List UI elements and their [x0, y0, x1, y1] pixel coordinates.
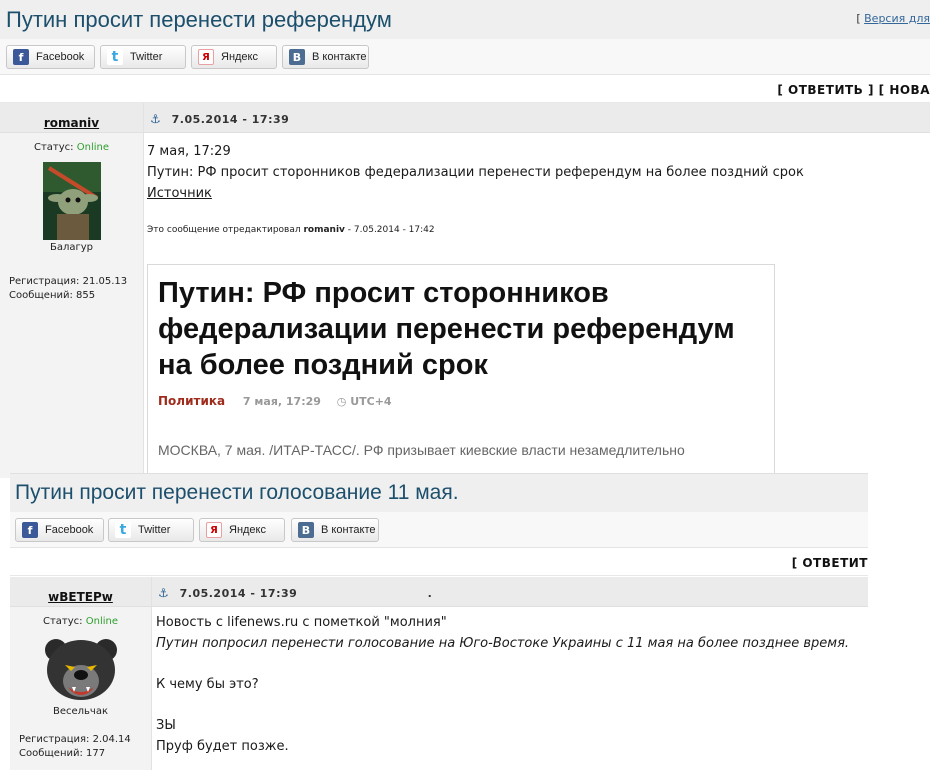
share-vkontakte-label: В контакте — [321, 524, 376, 536]
user-header: romaniv — [0, 103, 143, 133]
embed-timezone-label: UTC+4 — [350, 395, 392, 408]
share-twitter-button[interactable]: t Twitter — [108, 518, 194, 542]
print-version-label[interactable]: Версия для — [864, 12, 930, 25]
post-body: 7 мая, 17:29 Путин: РФ просит стороннико… — [144, 133, 930, 235]
facebook-icon: f — [13, 49, 29, 65]
edited-date: - 7.05.2014 - 17:42 — [347, 225, 435, 235]
avatar-image — [42, 162, 101, 240]
reply-button[interactable]: [ ОТВЕТИТ — [792, 556, 868, 570]
status-online: Online — [76, 142, 109, 153]
forum-post-2: Путин просит перенести голосование 11 ма… — [10, 473, 868, 770]
post-row: romaniv Статус: Online Балагур Регистрац… — [0, 103, 930, 478]
avatar-image — [44, 639, 117, 700]
share-twitter-button[interactable]: t Twitter — [100, 45, 186, 69]
news-embed[interactable]: Путин: РФ просит сторонников федерализац… — [147, 264, 775, 478]
avatar[interactable] — [42, 162, 101, 240]
topic-title: Путин просит перенести голосование 11 ма… — [15, 481, 459, 504]
author-name[interactable]: romaniv — [44, 116, 99, 130]
embed-time: 7 мая, 17:29 — [242, 395, 321, 408]
user-registration: Регистрация: 21.05.13 — [9, 276, 128, 287]
vkontakte-icon: В — [289, 49, 305, 65]
reply-bar: [ ОТВЕТИТЬ ] [ НОВА — [0, 75, 930, 103]
facebook-icon: f — [22, 522, 38, 538]
post-date: 7.05.2014 - 17:39 — [171, 113, 290, 126]
edited-note: Это сообщение отредактировал romaniv - 7… — [147, 225, 930, 235]
topic-header: Путин просит перенести голосование 11 ма… — [10, 474, 868, 512]
source-link[interactable]: Источник — [147, 186, 212, 201]
share-twitter-label: Twitter — [138, 524, 171, 536]
post-text-line: К чему бы это? — [156, 677, 259, 692]
twitter-icon: t — [115, 522, 131, 538]
edited-user: romaniv — [303, 225, 345, 235]
embed-title: Путин: РФ просит сторонников федерализац… — [158, 277, 735, 381]
share-yandex-label: Яндекс — [221, 51, 258, 63]
anchor-icon[interactable]: ⚓ — [150, 112, 161, 126]
share-yandex-button[interactable]: Я Яндекс — [191, 45, 277, 69]
user-status: Статус: Online — [10, 616, 151, 627]
user-rank: Весельчак — [52, 706, 109, 717]
anchor-icon[interactable]: ⚓ — [158, 586, 169, 600]
vkontakte-icon: В — [298, 522, 314, 538]
user-messages: Сообщений: 177 — [19, 748, 106, 759]
topic-header: Путин просит перенести референдум [ Верс… — [0, 0, 930, 39]
user-column: wВЕТЕРw Статус: Online Весельчак Регистр… — [10, 577, 152, 770]
clock-icon: ◷ — [336, 395, 347, 408]
share-bar: f Facebook t Twitter Я Яндекс В В контак… — [0, 39, 930, 75]
post-date: 7.05.2014 - 17:39 — [179, 587, 298, 600]
status-online: Online — [85, 616, 118, 627]
author-name[interactable]: wВЕТЕРw — [48, 590, 113, 604]
post-date-trailing: . — [427, 587, 433, 600]
post-header: ⚓ 7.05.2014 - 17:39 — [144, 103, 930, 133]
share-vkontakte-button[interactable]: В В контакте — [282, 45, 369, 69]
share-bar: f Facebook t Twitter Я Яндекс В В контак… — [10, 512, 868, 548]
post-column: ⚓ 7.05.2014 - 17:39 . Новость с lifenews… — [152, 577, 868, 770]
embed-timezone: ◷ UTC+4 — [337, 395, 392, 408]
user-header: wВЕТЕРw — [10, 577, 151, 607]
post-body: Новость с lifenews.ru с пометкой "молния… — [152, 607, 868, 757]
post-text-line: Пруф будет позже. — [156, 739, 289, 754]
status-label: Статус: — [43, 616, 83, 627]
user-status: Статус: Online — [0, 142, 143, 153]
embed-meta: Политика 7 мая, 17:29 ◷ UTC+4 — [158, 394, 764, 408]
embed-lead: МОСКВА, 7 мая. /ИТАР-ТАСС/. РФ призывает… — [158, 442, 685, 458]
post-header: ⚓ 7.05.2014 - 17:39 . — [152, 577, 868, 607]
share-facebook-button[interactable]: f Facebook — [6, 45, 95, 69]
post-text-line: 7 мая, 17:29 — [147, 144, 231, 159]
forum-post-1: Путин просит перенести референдум [ Верс… — [0, 0, 930, 478]
post-column: ⚓ 7.05.2014 - 17:39 7 мая, 17:29 Путин: … — [144, 103, 930, 478]
share-twitter-label: Twitter — [130, 51, 163, 63]
user-rank: Балагур — [49, 242, 94, 253]
print-version-link[interactable]: [ Версия для — [856, 12, 930, 25]
share-facebook-label: Facebook — [36, 51, 85, 63]
share-facebook-button[interactable]: f Facebook — [15, 518, 104, 542]
post-text-quote: Путин попросил перенести голосование на … — [156, 636, 850, 651]
embed-category[interactable]: Политика — [158, 394, 225, 408]
avatar[interactable] — [41, 637, 121, 703]
post-row: wВЕТЕРw Статус: Online Весельчак Регистр… — [10, 577, 868, 770]
post-text-line: ЗЫ — [156, 718, 176, 733]
yandex-icon: Я — [206, 522, 222, 538]
user-registration: Регистрация: 2.04.14 — [19, 734, 131, 745]
topic-title: Путин просит перенести референдум — [6, 7, 392, 32]
share-facebook-label: Facebook — [45, 524, 94, 536]
reply-button[interactable]: [ ОТВЕТИТЬ ] [ НОВА — [777, 83, 930, 97]
share-vkontakte-button[interactable]: В В контакте — [291, 518, 379, 542]
user-messages: Сообщений: 855 — [9, 290, 96, 301]
user-column: romaniv Статус: Online Балагур Регистрац… — [0, 103, 144, 478]
post-text-line: Путин: РФ просит сторонников федерализац… — [147, 165, 804, 180]
twitter-icon: t — [107, 49, 123, 65]
share-vkontakte-label: В контакте — [312, 51, 367, 63]
share-yandex-label: Яндекс — [229, 524, 266, 536]
status-label: Статус: — [34, 142, 74, 153]
reply-bar: [ ОТВЕТИТ — [10, 548, 868, 576]
share-yandex-button[interactable]: Я Яндекс — [199, 518, 285, 542]
yandex-icon: Я — [198, 49, 214, 65]
post-text-line: Новость с lifenews.ru с пометкой "молния… — [156, 615, 447, 630]
edited-prefix: Это сообщение отредактировал — [147, 225, 301, 235]
